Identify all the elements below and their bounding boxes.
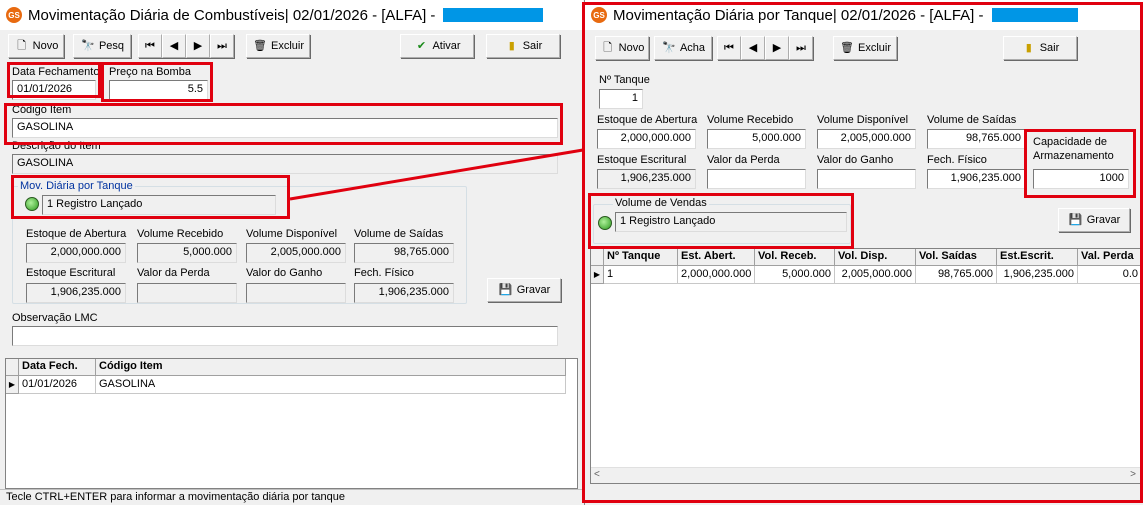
connector-line-segment (289, 148, 584, 201)
connector-line (289, 148, 584, 201)
